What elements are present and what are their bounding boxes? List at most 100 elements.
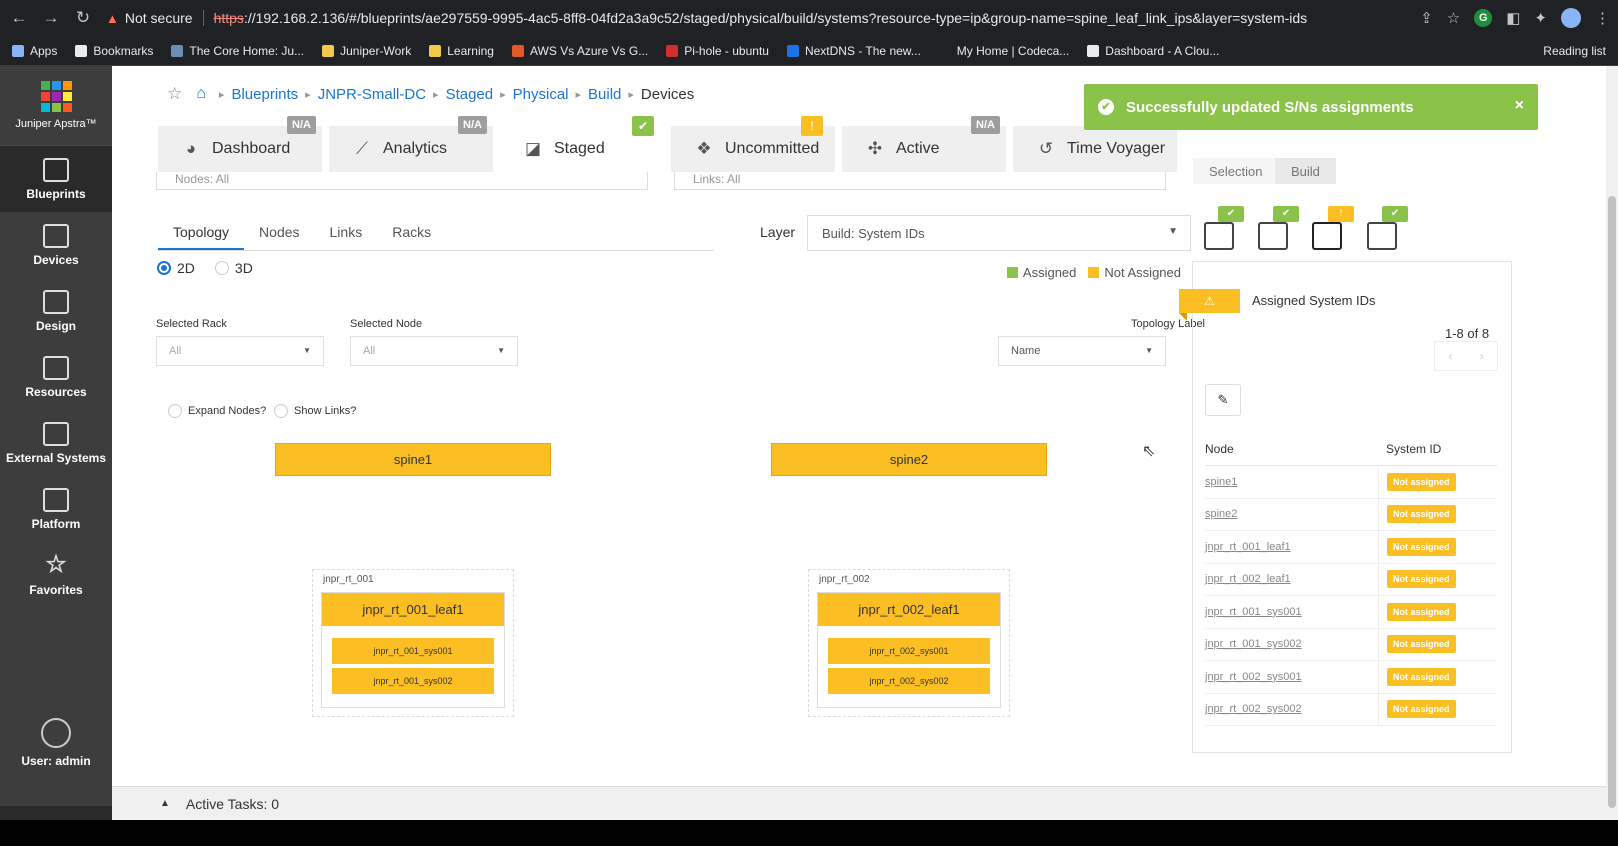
bookmark-item[interactable]: Juniper-Work (322, 44, 411, 58)
table-row[interactable]: jnpr_rt_002_sys002 Not assigned (1205, 693, 1497, 726)
next-page-icon[interactable]: › (1466, 342, 1497, 370)
selected-rack-select[interactable]: All ▼ (156, 336, 324, 366)
spine-node[interactable]: spine2 (771, 443, 1047, 476)
node-link[interactable]: spine1 (1205, 476, 1378, 488)
profile-avatar[interactable] (1561, 8, 1581, 28)
nodes-filter[interactable]: Nodes: All (156, 172, 648, 190)
node-link[interactable]: spine2 (1205, 508, 1378, 520)
leaf-node[interactable]: jnpr_rt_001_leaf1 (322, 593, 504, 626)
tab-racks[interactable]: Racks (377, 214, 446, 250)
table-row[interactable]: jnpr_rt_001_leaf1 Not assigned (1205, 531, 1497, 564)
leaf-node[interactable]: jnpr_rt_002_leaf1 (818, 593, 1000, 626)
sidebar-item-external-systems[interactable]: External Systems (0, 410, 112, 476)
node-link[interactable]: jnpr_rt_002_sys001 (1205, 671, 1378, 683)
node-link[interactable]: jnpr_rt_002_sys002 (1205, 703, 1378, 715)
expand-nodes-checkbox[interactable]: Expand Nodes? (168, 404, 266, 418)
spine-node[interactable]: spine1 (275, 443, 551, 476)
breadcrumb-physical[interactable]: Physical (513, 86, 569, 103)
sidebar-item-platform[interactable]: Platform (0, 476, 112, 542)
system-node[interactable]: jnpr_rt_001_sys001 (332, 638, 494, 664)
show-links-checkbox[interactable]: Show Links? (274, 404, 356, 418)
table-row[interactable]: spine2 Not assigned (1205, 498, 1497, 531)
reload-icon[interactable]: ↻ (70, 8, 96, 28)
layer-select[interactable]: Build: System IDs ▼ (807, 215, 1191, 251)
column-header-node[interactable]: Node (1205, 432, 1378, 465)
bookmark-item[interactable]: Learning (429, 44, 494, 58)
bookmark-item[interactable]: Apps (12, 44, 57, 58)
radio-2d[interactable] (157, 261, 171, 275)
list-icon[interactable] (1204, 222, 1234, 250)
tab-dashboard[interactable]: ◕ Dashboard N/A (158, 116, 322, 172)
checkbox[interactable] (274, 404, 288, 418)
home-icon[interactable]: ⌂ (196, 85, 206, 103)
topology-label-select[interactable]: Name ▼ (998, 336, 1166, 366)
grammarly-extension-icon[interactable]: G (1474, 9, 1493, 27)
node-link[interactable]: jnpr_rt_001_leaf1 (1205, 541, 1378, 553)
tab-selection[interactable]: Selection (1193, 158, 1279, 184)
tab-active[interactable]: ✣ Active N/A (842, 116, 1006, 172)
puzzle-icon[interactable]: ✦ (1534, 9, 1547, 27)
device-profile-icon[interactable] (1258, 222, 1288, 250)
sidebar-item-resources[interactable]: Resources (0, 344, 112, 410)
apstra-logo[interactable]: Juniper Apstra™ (0, 66, 112, 146)
tab-build[interactable]: Build (1275, 158, 1336, 184)
tab-topology[interactable]: Topology (158, 214, 245, 250)
radio-3d[interactable] (214, 261, 229, 275)
breadcrumb-build[interactable]: Build (588, 86, 621, 103)
bookmark-item[interactable]: Pi-hole - ubuntu (666, 44, 769, 58)
node-link[interactable]: jnpr_rt_001_sys001 (1205, 606, 1378, 618)
table-row[interactable]: jnpr_rt_001_sys001 Not assigned (1205, 596, 1497, 629)
prev-page-icon[interactable]: ‹ (1435, 342, 1466, 370)
node-link[interactable]: jnpr_rt_002_leaf1 (1205, 573, 1378, 585)
column-header-system-id[interactable]: System ID (1378, 432, 1497, 465)
favorite-star-icon[interactable]: ☆ (167, 84, 182, 104)
forward-arrow-icon[interactable]: → (38, 8, 64, 28)
breadcrumb-staged[interactable]: Staged (446, 86, 494, 103)
checkbox[interactable] (168, 404, 182, 418)
links-filter[interactable]: Links: All (674, 172, 1166, 190)
sidebar-item-favorites[interactable]: ☆ Favorites (0, 542, 112, 608)
rack[interactable]: jnpr_rt_001 jnpr_rt_001_leaf1 jnpr_rt_00… (312, 569, 514, 717)
system-node[interactable]: jnpr_rt_002_sys001 (828, 638, 990, 664)
sidebar-item-devices[interactable]: Devices (0, 212, 112, 278)
bookmark-item[interactable]: Dashboard - A Clou... (1087, 44, 1219, 58)
table-row[interactable]: spine1 Not assigned (1205, 466, 1497, 499)
share-icon[interactable]: ⇪ (1420, 9, 1433, 27)
tab-links[interactable]: Links (315, 214, 378, 250)
sidebar-item-blueprints[interactable]: Blueprints (0, 146, 112, 212)
table-row[interactable]: jnpr_rt_002_sys001 Not assigned (1205, 661, 1497, 694)
bookmark-item[interactable]: The Core Home: Ju... (171, 44, 304, 58)
back-arrow-icon[interactable]: ← (6, 8, 32, 28)
tab-time-voyager[interactable]: ↺ Time Voyager (1013, 126, 1177, 172)
page-scrollbar[interactable] (1606, 66, 1618, 820)
system-node[interactable]: jnpr_rt_001_sys002 (332, 668, 494, 694)
tab-analytics[interactable]: ⟋ Analytics N/A (329, 116, 493, 172)
sidebar-item-design[interactable]: Design (0, 278, 112, 344)
tab-uncommitted[interactable]: ❖ Uncommitted ! (671, 116, 835, 172)
table-row[interactable]: jnpr_rt_002_leaf1 Not assigned (1205, 563, 1497, 596)
bookmark-item[interactable]: NextDNS - The new... (786, 44, 921, 58)
bookmark-star-icon[interactable]: ☆ (1447, 9, 1460, 27)
breadcrumb-blueprints[interactable]: Blueprints (231, 86, 298, 103)
breadcrumb-blueprint[interactable]: JNPR-Small-DC (318, 86, 426, 103)
rack[interactable]: jnpr_rt_002 jnpr_rt_002_leaf1 jnpr_rt_00… (808, 569, 1010, 717)
scrollbar-thumb[interactable] (1608, 196, 1616, 808)
bookmark-item[interactable]: AWS Vs Azure Vs G... (511, 44, 648, 58)
bookmark-item[interactable]: My Home | Codeca... (938, 44, 1069, 58)
table-row[interactable]: jnpr_rt_001_sys002 Not assigned (1205, 628, 1497, 661)
extension-icon[interactable]: ◧ (1506, 9, 1520, 27)
bookmark-item[interactable]: Bookmarks (75, 44, 153, 58)
system-node[interactable]: jnpr_rt_002_sys002 (828, 668, 990, 694)
reading-list[interactable]: Reading list (1543, 44, 1606, 58)
user-menu[interactable]: User: admin (0, 718, 112, 768)
tab-nodes[interactable]: Nodes (244, 214, 314, 250)
close-icon[interactable]: × (1515, 97, 1524, 115)
tab-staged[interactable]: ◪ Staged ✔ (500, 116, 664, 172)
system-id-icon[interactable] (1312, 222, 1342, 250)
url-text[interactable]: https://192.168.2.136/#/blueprints/ae297… (214, 10, 1308, 26)
address-bar[interactable]: ▲ Not secure https://192.168.2.136/#/blu… (106, 5, 1406, 31)
menu-kebab-icon[interactable]: ⋮ (1595, 9, 1610, 27)
active-tasks-bar[interactable]: ▲ Active Tasks: 0 (112, 786, 1606, 820)
edit-button[interactable]: ✎ (1205, 384, 1241, 416)
selected-node-select[interactable]: All ▼ (350, 336, 518, 366)
